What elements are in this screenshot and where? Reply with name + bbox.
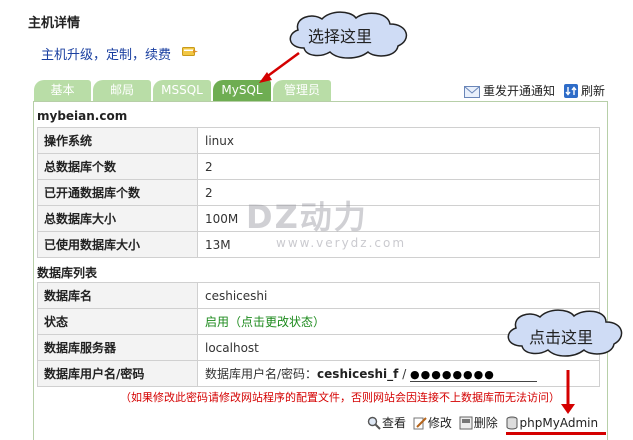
view-button[interactable]: 查看	[367, 414, 406, 431]
edit-button[interactable]: 修改	[413, 414, 452, 431]
highlight-underline	[506, 432, 606, 435]
phpmyadmin-label: phpMyAdmin	[519, 416, 599, 430]
delete-button[interactable]: 删除	[459, 414, 498, 431]
table-row: 总数据库个数 2	[37, 153, 600, 180]
host-name: mybeian.com	[37, 109, 128, 123]
coupon-icon[interactable]	[182, 45, 199, 58]
row-label: 操作系统	[37, 127, 198, 154]
delete-icon	[459, 416, 473, 430]
watermark-text: DZ动力	[246, 198, 368, 236]
database-icon	[506, 416, 518, 430]
callout-top-text: 选择这里	[308, 27, 373, 46]
view-label: 查看	[382, 416, 407, 430]
delete-label: 删除	[473, 416, 498, 430]
row-value: 2	[197, 153, 600, 180]
tab-mail[interactable]: 邮局	[93, 80, 151, 101]
table-row: 数据库名 ceshiceshi	[37, 282, 600, 309]
db-status-toggle[interactable]: 启用（点击更改状态）	[205, 315, 325, 329]
db-status-label: 状态	[37, 308, 198, 335]
row-actions: 查看 修改 删除 phpMyAdmin	[367, 414, 601, 431]
row-value: linux	[197, 127, 600, 154]
page-title: 主机详情	[28, 16, 81, 31]
tab-basic[interactable]: 基本	[34, 80, 91, 101]
db-name-label: 数据库名	[37, 282, 198, 309]
db-username: ceshiceshi_f	[317, 367, 399, 381]
row-label: 已开通数据库个数	[37, 179, 198, 206]
table-row: 操作系统 linux	[37, 127, 600, 154]
db-cred-label: 数据库用户名/密码	[37, 360, 198, 387]
tab-mssql[interactable]: MSSQL	[153, 80, 211, 101]
cred-separator: /	[398, 367, 411, 381]
row-label: 已使用数据库大小	[37, 231, 198, 258]
upgrade-renew-link[interactable]: 主机升级，定制，续费	[41, 44, 171, 63]
magnifier-icon	[367, 416, 381, 430]
refresh-button[interactable]: 刷新	[564, 82, 605, 99]
db-list-heading: 数据库列表	[37, 266, 98, 280]
refresh-icon	[564, 84, 578, 98]
arrow-icon	[561, 370, 575, 414]
resend-label: 重发开通通知	[483, 84, 556, 98]
db-name-value: ceshiceshi	[197, 282, 600, 309]
phpmyadmin-button[interactable]: phpMyAdmin	[505, 416, 599, 430]
db-server-label: 数据库服务器	[37, 334, 198, 361]
row-label: 总数据库个数	[37, 153, 198, 180]
resend-notice-button[interactable]: 重发开通通知	[464, 82, 555, 99]
envelope-icon	[464, 86, 480, 98]
pencil-icon	[413, 417, 427, 430]
watermark-url: www.verydz.com	[276, 236, 407, 250]
password-warning: （如果修改此密码请修改网站程序的配置文件，否则网站会因连接不上数据库而无法访问）	[120, 391, 560, 404]
refresh-label: 刷新	[581, 84, 606, 98]
arrow-icon	[259, 51, 300, 83]
row-label: 总数据库大小	[37, 205, 198, 232]
callout-bottom-text: 点击这里	[529, 328, 594, 347]
edit-label: 修改	[427, 416, 452, 430]
cred-prefix: 数据库用户名/密码：	[205, 367, 318, 381]
